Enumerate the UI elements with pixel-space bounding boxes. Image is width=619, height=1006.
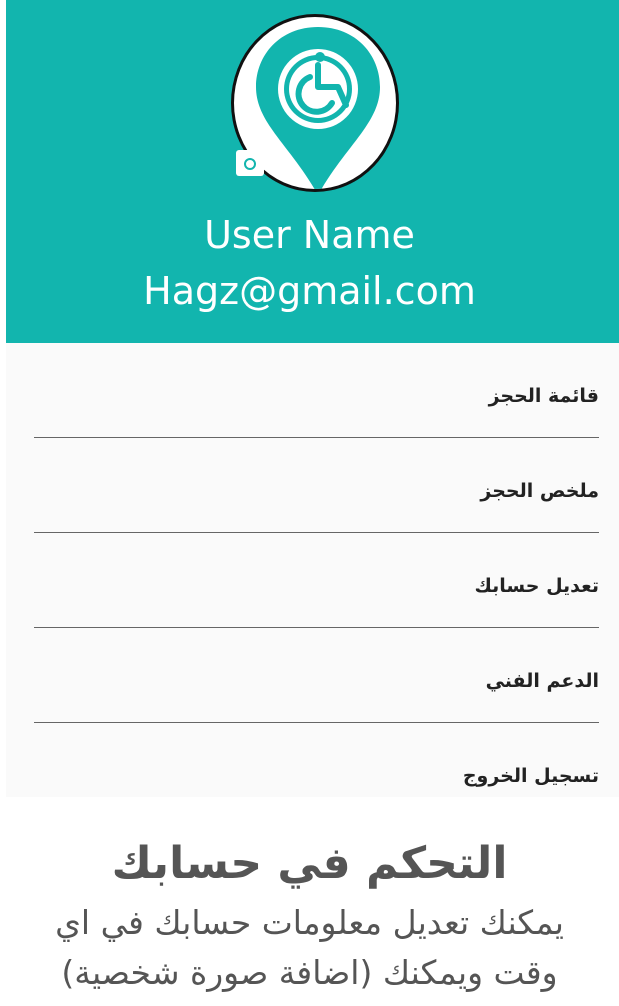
user-name: User Name [204, 213, 415, 257]
menu-item-booking-summary[interactable]: ملخص الحجز [34, 450, 599, 544]
navigation-menu: قائمة الحجز ملخص الحجز تعديل حسابك الدعم… [6, 343, 619, 797]
info-description: يمكنك تعديل معلومات حسابك في اي وقت ويمك… [10, 898, 609, 998]
divider [34, 627, 599, 628]
info-line-2: وقت ويمكنك (اضافة صورة شخصية) [61, 953, 558, 992]
menu-item-label: ملخص الحجز [480, 480, 599, 502]
info-title: التحكم في حسابك [111, 838, 508, 889]
menu-item-support[interactable]: الدعم الفني [34, 640, 599, 734]
info-line-1: يمكنك تعديل معلومات حسابك في اي [55, 903, 564, 942]
camera-button[interactable] [236, 150, 264, 176]
menu-item-logout[interactable]: تسجيل الخروج [34, 735, 599, 829]
menu-item-booking-list[interactable]: قائمة الحجز [34, 355, 599, 449]
divider [34, 437, 599, 438]
menu-item-label: تعديل حسابك [474, 575, 599, 597]
user-email: Hagz@gmail.com [143, 269, 476, 313]
divider [34, 532, 599, 533]
camera-icon [244, 158, 256, 170]
menu-item-label: قائمة الحجز [488, 385, 599, 407]
menu-item-label: الدعم الفني [485, 670, 599, 692]
divider [34, 722, 599, 723]
menu-item-edit-account[interactable]: تعديل حسابك [34, 545, 599, 639]
menu-item-label: تسجيل الخروج [462, 765, 599, 787]
